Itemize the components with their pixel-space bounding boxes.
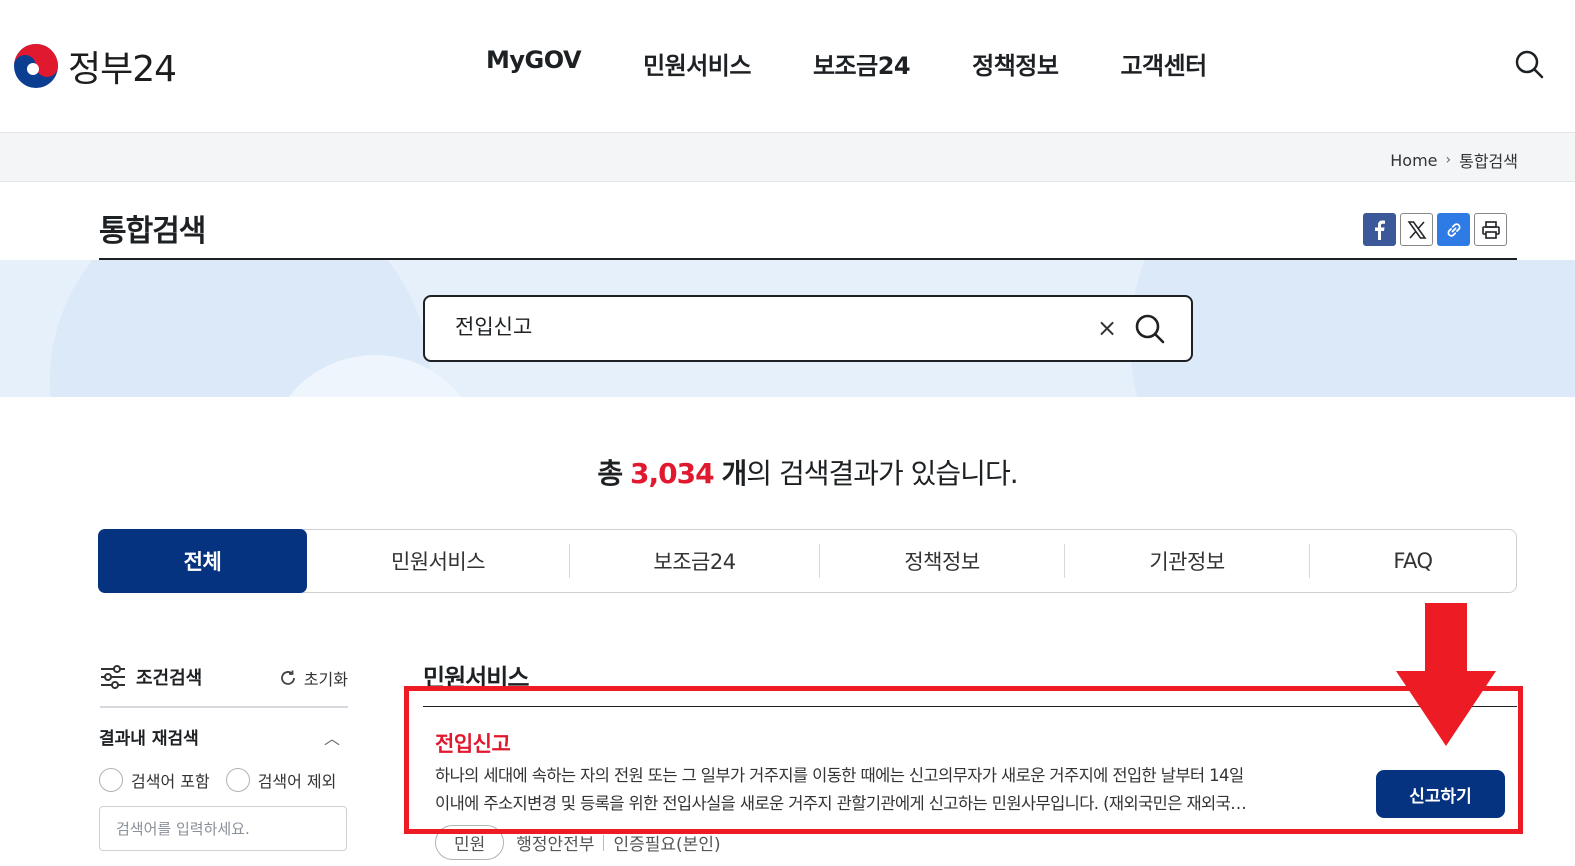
tab-civil-services[interactable]: 민원서비스 <box>307 530 569 592</box>
site-logo[interactable]: 정부24 <box>12 40 177 92</box>
result-suffix: 의 검색결과가 있습니다. <box>746 457 1018 490</box>
search-submit-icon[interactable] <box>1133 312 1167 346</box>
nav-customer-center[interactable]: 고객센터 <box>1120 46 1207 81</box>
filter-header: 조건검색 초기화 <box>100 664 348 708</box>
tab-faq[interactable]: FAQ <box>1310 530 1516 592</box>
search-box: × <box>423 295 1193 362</box>
result-item-description: 하나의 세대에 속하는 자의 전원 또는 그 일부가 거주지를 이동한 때에는 … <box>435 762 1350 818</box>
auth-requirement: 인증필요(본인) <box>613 835 721 855</box>
category-tag: 민원 <box>435 825 505 860</box>
section-divider <box>423 706 1517 707</box>
reset-label: 초기화 <box>303 670 348 689</box>
exclude-keyword-label: 검색어 제외 <box>257 772 337 791</box>
radio-circle[interactable] <box>225 768 250 792</box>
meta-divider <box>603 834 605 851</box>
chevron-up-icon[interactable]: ︿ <box>324 725 340 749</box>
refine-search-title: 결과내 재검색 <box>99 729 199 749</box>
breadcrumb-bar: Home › 통합검색 <box>0 133 1575 182</box>
search-icon[interactable] <box>1513 48 1545 80</box>
site-header: 정부24 MyGOV 민원서비스 보조금24 정책정보 고객센터 <box>0 0 1575 133</box>
tab-agency-info[interactable]: 기관정보 <box>1065 530 1309 592</box>
radio-circle[interactable] <box>99 768 123 792</box>
breadcrumb-current: 통합검색 <box>1459 152 1518 171</box>
description-line-2: 이내에 주소지변경 및 등록을 위한 전입사실을 새로운 거주지 관할기관에게 … <box>435 794 1247 813</box>
reset-button[interactable]: 초기화 <box>278 666 348 690</box>
section-title: 민원서비스 <box>423 664 529 692</box>
result-item-meta: 민원 행정안전부 인증필요(본인) <box>435 825 721 860</box>
include-keyword-radio[interactable]: 검색어 포함 <box>99 768 210 792</box>
facebook-icon <box>1374 220 1385 240</box>
nav-civil-services[interactable]: 민원서비스 <box>643 46 751 81</box>
result-unit: 개 <box>721 457 748 490</box>
x-share-button[interactable] <box>1400 213 1433 246</box>
search-input[interactable] <box>455 314 1075 338</box>
result-prefix: 총 <box>597 457 623 490</box>
link-icon <box>1447 222 1460 237</box>
tab-all[interactable]: 전체 <box>98 529 307 593</box>
clear-search-button[interactable]: × <box>1097 314 1117 342</box>
tab-policy-info[interactable]: 정책정보 <box>820 530 1064 592</box>
tab-subsidy24[interactable]: 보조금24 <box>570 530 819 592</box>
apply-report-button[interactable]: 신고하기 <box>1376 770 1505 818</box>
sliders-icon <box>101 665 125 689</box>
result-category-tabs: 전체 민원서비스 보조금24 정책정보 기관정보 FAQ <box>98 529 1517 593</box>
nav-policy-info[interactable]: 정책정보 <box>972 46 1059 81</box>
filter-title-label: 조건검색 <box>136 668 203 689</box>
print-button[interactable] <box>1474 213 1507 246</box>
page-title: 통합검색 <box>99 214 206 249</box>
facebook-share-button[interactable] <box>1363 213 1396 246</box>
refine-options: 검색어 포함 검색어 제외 <box>99 768 336 792</box>
nav-subsidy24[interactable]: 보조금24 <box>813 46 911 81</box>
nav-mygov[interactable]: MyGOV <box>486 46 582 81</box>
breadcrumb: Home › 통합검색 <box>1390 148 1518 172</box>
breadcrumb-home[interactable]: Home <box>1390 151 1437 170</box>
refine-search-input[interactable] <box>99 806 347 851</box>
copy-link-button[interactable] <box>1437 213 1470 246</box>
description-line-1: 하나의 세대에 속하는 자의 전원 또는 그 일부가 거주지를 이동한 때에는 … <box>435 766 1244 785</box>
share-toolbar <box>1363 213 1507 246</box>
x-logo-icon <box>1407 220 1426 239</box>
result-item-title[interactable]: 전입신고 <box>435 728 511 758</box>
result-count-number: 3,034 <box>630 457 715 490</box>
down-arrow-annotation-icon <box>1396 603 1496 746</box>
taegeuk-logo-icon <box>14 44 58 88</box>
search-banner: × <box>0 260 1575 397</box>
logo-text: 정부24 <box>68 49 177 90</box>
print-icon <box>1481 220 1500 239</box>
chevron-right-icon: › <box>1445 152 1452 168</box>
main-navigation: MyGOV 민원서비스 보조금24 정책정보 고객센터 <box>486 46 1269 81</box>
include-keyword-label: 검색어 포함 <box>131 772 210 791</box>
result-count: 총 3,034 개의 검색결과가 있습니다. <box>0 452 1575 492</box>
exclude-keyword-radio[interactable]: 검색어 제외 <box>225 768 337 792</box>
filter-title: 조건검색 <box>100 664 202 690</box>
agency-name: 행정안전부 <box>516 835 595 855</box>
refresh-icon <box>280 670 295 685</box>
